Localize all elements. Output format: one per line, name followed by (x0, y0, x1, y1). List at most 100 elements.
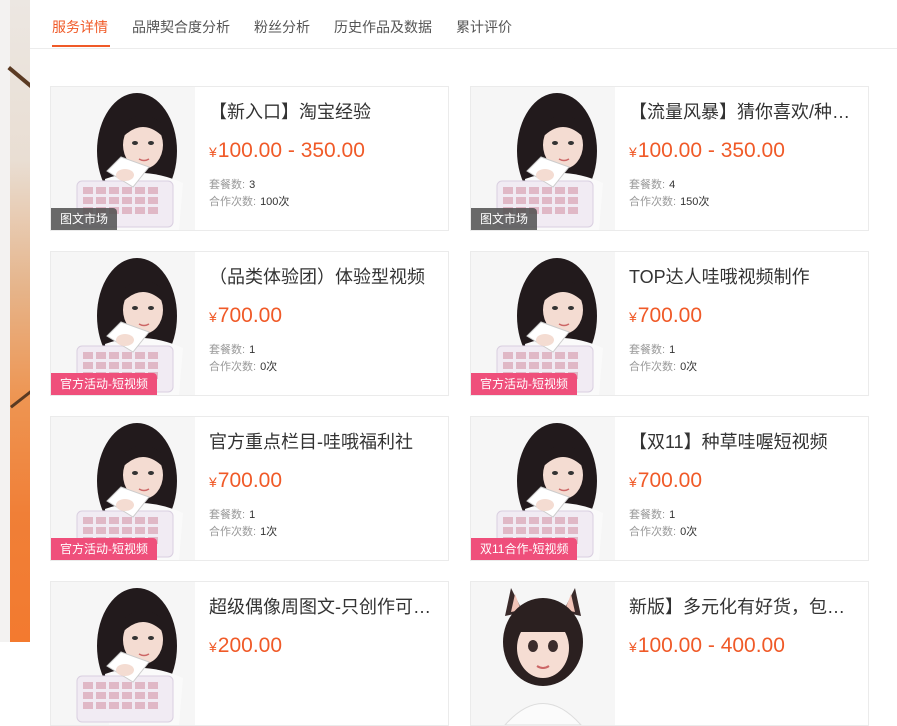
currency-symbol: ¥ (629, 309, 637, 325)
service-thumbnail[interactable]: 双11合作-短视频 (471, 417, 615, 560)
service-thumbnail[interactable]: 官方活动-短视频 (471, 252, 615, 395)
order-count: 合作次数: 150次 (629, 193, 709, 209)
order-count-value: 0次 (260, 361, 278, 373)
order-count-value: 0次 (680, 526, 698, 538)
service-title[interactable]: 【双11】种草哇喔短视频 (629, 428, 861, 454)
order-count-label: 合作次数: (209, 361, 257, 373)
service-price: ¥700.00 (629, 304, 702, 328)
package-count-label: 套餐数: (629, 509, 666, 521)
package-count-label: 套餐数: (629, 179, 666, 191)
price-value: 100.00 - 350.00 (217, 139, 365, 162)
price-value: 700.00 (637, 304, 703, 327)
order-count-value: 150次 (680, 196, 710, 208)
service-title[interactable]: 官方重点栏目-哇哦福利社 (209, 428, 441, 454)
service-thumbnail[interactable] (51, 582, 195, 725)
order-count: 合作次数: 0次 (629, 523, 697, 539)
currency-symbol: ¥ (209, 639, 217, 655)
order-count-value: 1次 (260, 526, 278, 538)
service-price: ¥700.00 (209, 469, 282, 493)
package-count: 套餐数: 1 (209, 341, 255, 357)
currency-symbol: ¥ (629, 474, 637, 490)
service-card[interactable]: 新版】多元化有好货，包通过 ¥100.00 - 400.00 (470, 581, 869, 726)
service-thumbnail[interactable]: 官方活动-短视频 (51, 252, 195, 395)
category-badge: 双11合作-短视频 (471, 538, 578, 560)
price-value: 100.00 - 350.00 (637, 139, 785, 162)
order-count-label: 合作次数: (629, 196, 677, 208)
tab-service-details[interactable]: 服务详情 (52, 17, 108, 37)
service-title[interactable]: TOP达人哇哦视频制作 (629, 263, 861, 289)
service-card[interactable]: 官方活动-短视频 TOP达人哇哦视频制作 ¥700.00 套餐数: 1 合作次数: 0次 (470, 251, 869, 396)
package-count-value: 4 (669, 179, 676, 191)
order-count-label: 合作次数: (629, 361, 677, 373)
order-count: 合作次数: 1次 (209, 523, 277, 539)
active-tab-indicator (52, 45, 110, 47)
package-count: 套餐数: 1 (629, 341, 675, 357)
price-value: 100.00 - 400.00 (637, 634, 785, 657)
service-title[interactable]: 【流量风暴】猜你喜欢/种草... (629, 98, 861, 124)
order-count-label: 合作次数: (209, 526, 257, 538)
order-count-value: 100次 (260, 196, 290, 208)
service-card[interactable]: 图文市场 【新入口】淘宝经验 ¥100.00 - 350.00 套餐数: 3 合作次数: 1… (50, 86, 449, 231)
service-card[interactable]: 超级偶像周图文-只创作可读... ¥200.00 (50, 581, 449, 726)
package-count-value: 1 (669, 344, 676, 356)
strip-edge (0, 0, 10, 642)
currency-symbol: ¥ (629, 639, 637, 655)
tab-fan-analysis[interactable]: 粉丝分析 (254, 17, 310, 37)
package-count-value: 3 (249, 179, 256, 191)
category-badge: 图文市场 (471, 208, 538, 230)
service-price: ¥700.00 (209, 304, 282, 328)
package-count-value: 1 (249, 344, 256, 356)
package-count-value: 1 (669, 509, 676, 521)
cable-line (7, 66, 30, 89)
price-value: 700.00 (217, 469, 283, 492)
currency-symbol: ¥ (209, 144, 217, 160)
price-value: 700.00 (217, 304, 283, 327)
package-count-label: 套餐数: (209, 509, 246, 521)
package-count-label: 套餐数: (209, 344, 246, 356)
service-card[interactable]: 官方活动-短视频 （品类体验团）体验型视频 ¥700.00 套餐数: 1 合作次数: 0次 (50, 251, 449, 396)
service-title[interactable]: 新版】多元化有好货，包通过 (629, 593, 861, 619)
category-badge: 官方活动-短视频 (51, 538, 157, 560)
service-price: ¥100.00 - 350.00 (629, 139, 785, 163)
cable-line (10, 387, 30, 409)
order-count: 合作次数: 0次 (629, 358, 697, 374)
order-count-value: 0次 (680, 361, 698, 373)
order-count-label: 合作次数: (209, 196, 257, 208)
price-value: 200.00 (217, 634, 283, 657)
currency-symbol: ¥ (209, 474, 217, 490)
currency-symbol: ¥ (629, 144, 637, 160)
currency-symbol: ¥ (209, 309, 217, 325)
tab-history-works[interactable]: 历史作品及数据 (334, 17, 432, 37)
package-count-value: 1 (249, 509, 256, 521)
service-price: ¥200.00 (209, 634, 282, 658)
category-badge: 图文市场 (51, 208, 118, 230)
service-title[interactable]: 【新入口】淘宝经验 (209, 98, 441, 124)
order-count: 合作次数: 0次 (209, 358, 277, 374)
service-card[interactable]: 双11合作-短视频 【双11】种草哇喔短视频 ¥700.00 套餐数: 1 合作次数: 0次 (470, 416, 869, 561)
service-thumbnail[interactable]: 图文市场 (471, 87, 615, 230)
package-count-label: 套餐数: (629, 344, 666, 356)
background-strip (0, 0, 30, 642)
package-count-label: 套餐数: (209, 179, 246, 191)
package-count: 套餐数: 4 (629, 176, 675, 192)
package-count: 套餐数: 1 (209, 506, 255, 522)
category-badge: 官方活动-短视频 (471, 373, 577, 395)
tab-reviews[interactable]: 累计评价 (456, 17, 512, 37)
service-thumbnail[interactable] (471, 582, 615, 725)
service-title[interactable]: （品类体验团）体验型视频 (209, 263, 441, 289)
service-card[interactable]: 官方活动-短视频 官方重点栏目-哇哦福利社 ¥700.00 套餐数: 1 合作次数: 1次 (50, 416, 449, 561)
package-count: 套餐数: 3 (209, 176, 255, 192)
service-card[interactable]: 图文市场 【流量风暴】猜你喜欢/种草... ¥100.00 - 350.00 套餐数:… (470, 86, 869, 231)
order-count: 合作次数: 100次 (209, 193, 289, 209)
service-title[interactable]: 超级偶像周图文-只创作可读... (209, 593, 441, 619)
service-price: ¥700.00 (629, 469, 702, 493)
service-thumbnail[interactable]: 官方活动-短视频 (51, 417, 195, 560)
price-value: 700.00 (637, 469, 703, 492)
service-price: ¥100.00 - 400.00 (629, 634, 785, 658)
category-badge: 官方活动-短视频 (51, 373, 157, 395)
service-thumbnail[interactable]: 图文市场 (51, 87, 195, 230)
tab-brand-fit[interactable]: 品牌契合度分析 (132, 17, 230, 37)
package-count: 套餐数: 1 (629, 506, 675, 522)
order-count-label: 合作次数: (629, 526, 677, 538)
service-price: ¥100.00 - 350.00 (209, 139, 365, 163)
